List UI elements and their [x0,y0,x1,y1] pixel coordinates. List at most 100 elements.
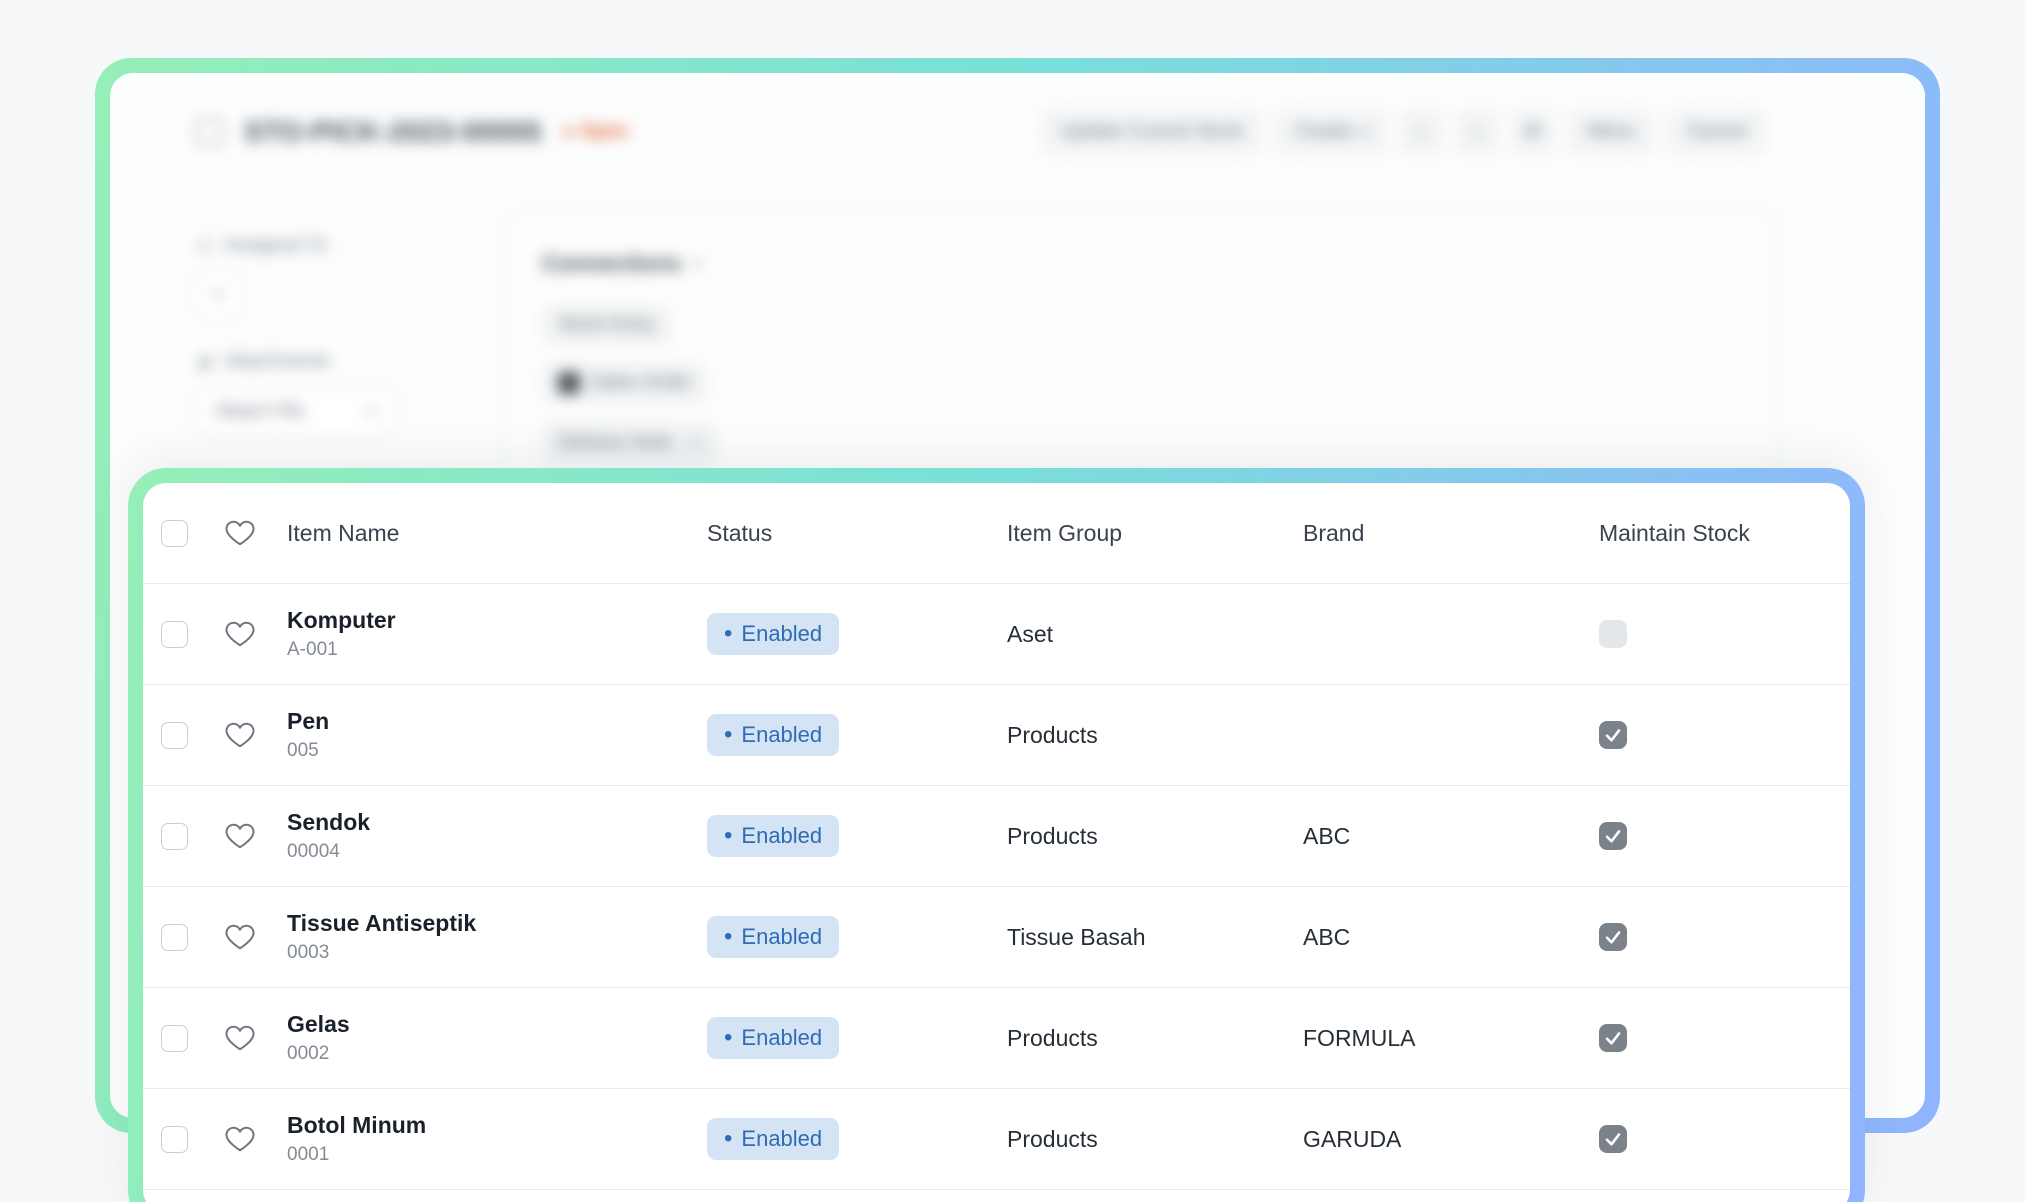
item-name-cell[interactable]: Tissue Antiseptik 0003 [287,910,707,964]
item-name-cell[interactable]: Botol Minum 0001 [287,1112,707,1166]
item-name: Gelas [287,1011,707,1039]
create-label: Create [1295,121,1352,143]
person-icon [196,237,214,255]
attachments-label-row: Attachments [196,351,446,373]
status-badge: Enabled [707,714,839,756]
column-header-brand[interactable]: Brand [1303,520,1599,547]
table-row[interactable]: Gelas 0002 Enabled Products FORMULA [143,988,1850,1089]
refresh-icon[interactable]: ⟳ [1512,111,1554,153]
next-button[interactable]: › [1456,111,1498,153]
connection-link[interactable]: Delivery Note + [542,421,717,465]
status-label: Enabled [741,621,822,647]
chevron-down-icon: ▾ [1360,124,1367,141]
brand-cell: ABC [1303,924,1599,951]
table-row[interactable]: Pen 005 Enabled Products [143,685,1850,786]
assign-add-button[interactable]: + [196,273,240,317]
plus-icon: + [366,401,377,423]
row-checkbox[interactable] [161,823,188,850]
column-header-status[interactable]: Status [707,520,1007,547]
heart-icon[interactable] [225,620,287,648]
item-code: 0002 [287,1043,707,1065]
table-header-row: Item Name Status Item Group Brand Mainta… [143,483,1850,584]
cancel-button[interactable]: Cancel [1668,111,1765,153]
status-badge: Enabled [707,1118,839,1160]
row-checkbox[interactable] [161,1126,188,1153]
item-code: 00004 [287,841,707,863]
item-group-cell: Aset [1007,621,1303,648]
maintain-stock-cell [1599,1125,1850,1153]
brand-cell: ABC [1303,823,1599,850]
connection-label: Sales Order [590,372,691,394]
maintain-stock-checkbox[interactable] [1599,721,1627,749]
heart-icon[interactable] [225,721,287,749]
column-header-maintain-stock[interactable]: Maintain Stock [1599,520,1850,547]
column-header-item-name[interactable]: Item Name [287,520,707,547]
connection-link[interactable]: Stock Entry [542,305,671,345]
item-name: Pen [287,708,707,736]
status-cell: Enabled [707,916,1007,958]
maintain-stock-cell [1599,620,1850,648]
maintain-stock-checkbox[interactable] [1599,822,1627,850]
item-name: Komputer [287,607,707,635]
brand-cell: GARUDA [1303,1126,1599,1153]
document-title: STO-PICK-2023-00005 [244,116,542,148]
connection-link[interactable]: Sales Order [542,363,707,403]
document-checkbox[interactable] [196,119,222,145]
attach-file-button[interactable]: Attach File + [196,389,396,435]
connections-list: Stock Entry Sales Order Delivery Note + [542,305,1740,465]
item-code: 0001 [287,1144,707,1166]
favorite-icon[interactable] [225,519,287,547]
heart-icon[interactable] [225,1125,287,1153]
item-table-body: Komputer A-001 Enabled Aset Pen 005 [143,584,1850,1190]
status-dot-icon [564,128,572,136]
status-label: Enabled [741,823,822,849]
item-name-cell[interactable]: Pen 005 [287,708,707,762]
plus-icon[interactable]: + [688,430,701,456]
status-cell: Enabled [707,815,1007,857]
maintain-stock-checkbox[interactable] [1599,1024,1627,1052]
table-row[interactable]: Tissue Antiseptik 0003 Enabled Tissue Ba… [143,887,1850,988]
menu-button[interactable]: Menu [1568,111,1654,153]
item-group-cell: Products [1007,1025,1303,1052]
select-all-checkbox[interactable] [161,520,188,547]
item-code: A-001 [287,639,707,661]
form-sidebar: Assigned To + Attachments Attach File [196,201,446,435]
connection-label: Delivery Note [558,432,672,454]
heart-icon[interactable] [225,822,287,850]
item-group-cell: Products [1007,722,1303,749]
table-row[interactable]: Sendok 00004 Enabled Products ABC [143,786,1850,887]
row-checkbox[interactable] [161,722,188,749]
table-row[interactable]: Botol Minum 0001 Enabled Products GARUDA [143,1089,1850,1190]
status-label: Enabled [741,924,822,950]
assigned-to-label: Assigned To [224,235,327,257]
screen: STO-PICK-2023-00005 Open Update Current … [0,0,2025,1202]
connection-label: Stock Entry [558,314,655,336]
update-current-stock-button[interactable]: Update Current Stock [1042,111,1263,153]
brand-cell: FORMULA [1303,1025,1599,1052]
maintain-stock-checkbox[interactable] [1599,923,1627,951]
status-label: Enabled [741,722,822,748]
item-name-cell[interactable]: Gelas 0002 [287,1011,707,1065]
maintain-stock-checkbox[interactable] [1599,620,1627,648]
heart-icon[interactable] [225,923,287,951]
status-badge: Enabled [707,916,839,958]
row-checkbox[interactable] [161,621,188,648]
item-name: Sendok [287,809,707,837]
status-cell: Enabled [707,613,1007,655]
status-label: Enabled [741,1126,822,1152]
maintain-stock-checkbox[interactable] [1599,1125,1627,1153]
attach-file-label: Attach File [215,401,305,423]
row-checkbox[interactable] [161,1025,188,1052]
heart-icon[interactable] [225,1024,287,1052]
prev-button[interactable]: ‹ [1400,111,1442,153]
status-label: Enabled [741,1025,822,1051]
item-code: 0003 [287,942,707,964]
item-name-cell[interactable]: Sendok 00004 [287,809,707,863]
item-name-cell[interactable]: Komputer A-001 [287,607,707,661]
column-header-item-group[interactable]: Item Group [1007,520,1303,547]
item-group-cell: Products [1007,823,1303,850]
table-row[interactable]: Komputer A-001 Enabled Aset [143,584,1850,685]
create-button[interactable]: Create ▾ [1276,111,1386,153]
row-checkbox[interactable] [161,924,188,951]
attachments-label: Attachments [224,351,330,373]
